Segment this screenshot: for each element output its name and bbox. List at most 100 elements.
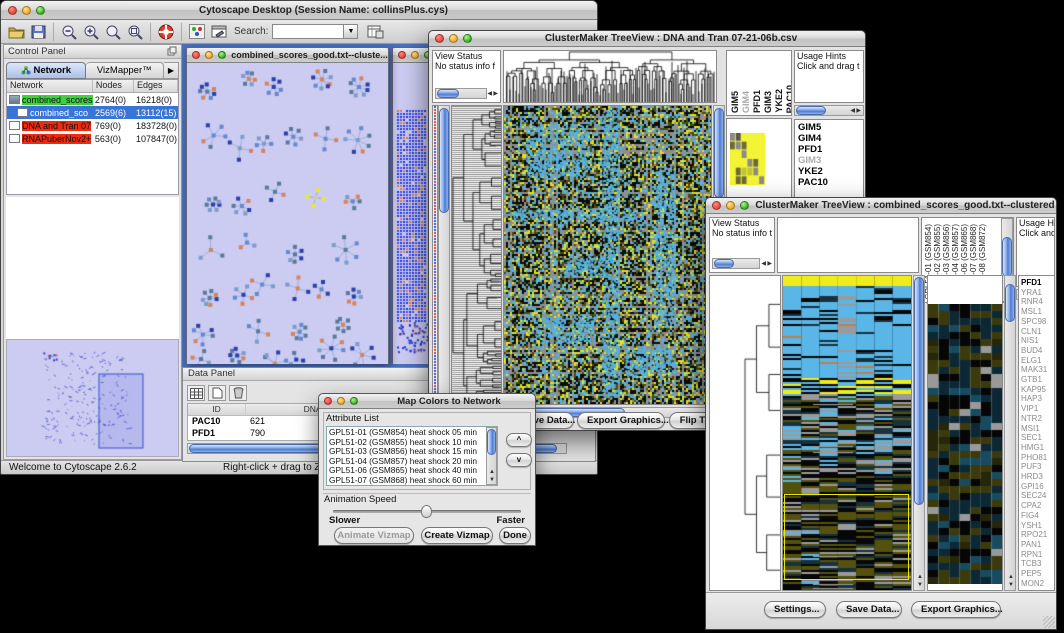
zoom-window-button[interactable] [218,51,226,59]
tv1-heatmap[interactable] [504,106,711,404]
resize-grip[interactable] [1043,616,1055,628]
treeview1-title: ClusterMaker TreeView : DNA and Tran 07-… [477,33,865,44]
tab-network[interactable]: Network [6,62,86,79]
close-button[interactable] [712,201,721,210]
search-dropdown-button[interactable]: ▼ [344,24,358,39]
zoom-window-button[interactable] [350,397,358,405]
zoom-window-button[interactable] [36,6,45,15]
vizmapper-icon[interactable] [186,22,208,42]
new-attribute-icon[interactable] [208,385,226,401]
network-table-row[interactable]: combined_scores2764(0)16218(0) [7,93,178,106]
attribute-list-label: Attribute List [326,413,379,424]
gene-label: ELG1 [1021,356,1047,366]
close-button[interactable] [8,6,17,15]
tv1-column-dendrogram[interactable] [504,51,716,102]
gene-label: NTR2 [1021,414,1047,424]
tv1-button-export-graphics-[interactable]: Export Graphics... [577,412,665,429]
minimize-button[interactable] [22,6,31,15]
search-label: Search: [234,26,268,37]
tv1-usage-hscroll[interactable]: ◀▶ [794,105,864,116]
zoom-selected-icon[interactable] [102,22,124,42]
network-nodes-cell: 2764(0) [93,95,134,105]
tv1-row-label: PFD1 [798,144,828,155]
attribute-table-icon[interactable] [187,385,205,401]
data-panel-header[interactable]: ID [188,404,246,415]
attribute-list-item[interactable]: GPL51-03 (GSM856) heat shock 15 min [329,447,484,457]
tv1-row-label: YKE2 [798,166,828,177]
network-edges-cell: 13112(15) [134,108,178,118]
search-input[interactable] [272,24,344,39]
close-button[interactable] [324,397,332,405]
gene-label: PEP5 [1021,569,1047,579]
minimize-button[interactable] [205,51,213,59]
delete-attribute-icon[interactable] [229,385,247,401]
attribute-list-item[interactable]: GPL51-07 (GSM868) heat shock 60 min [329,476,484,486]
network-table-header[interactable]: Nodes [93,80,134,92]
tv2-button-settings-[interactable]: Settings... [764,601,826,618]
minimize-button[interactable] [337,397,345,405]
gene-label: MON2 [1021,579,1047,589]
tv1-row-dendrogram[interactable] [452,106,501,404]
attribute-list-item[interactable]: GPL51-06 (GSM865) heat shock 40 min [329,466,484,476]
create-vizmap-button[interactable]: Create Vizmap [421,527,493,544]
zoom-fit-icon[interactable] [124,22,146,42]
zoom-in-icon[interactable] [80,22,102,42]
save-session-icon[interactable] [27,22,49,42]
attribute-list-item[interactable]: GPL51-02 (GSM855) heat shock 10 min [329,438,484,448]
zoom-out-icon[interactable] [58,22,80,42]
tv2-zoom-heatmap[interactable] [928,304,1002,584]
tv1-correlation-thumbnail[interactable] [730,133,765,185]
slider-thumb[interactable] [421,505,432,518]
move-attribute-up-button[interactable]: ^ [506,433,532,447]
tv2-button-export-graphics-[interactable]: Export Graphics... [911,601,1001,618]
tab-vizmapper[interactable]: VizMapper™ [86,62,165,79]
minimize-button[interactable] [449,34,458,43]
network-graph-canvas[interactable] [187,64,388,364]
network-nodes-cell: 563(0) [93,134,134,144]
export-table-icon[interactable] [364,22,386,42]
tv2-row-dendrogram[interactable] [710,276,780,590]
tv1-status-hscroll[interactable] [435,88,487,99]
tab-scroll-right[interactable]: ▶ [164,62,179,79]
network-window-title: combined_scores_good.txt--cluste... [231,50,388,60]
attribute-list-item[interactable]: GPL51-04 (GSM857) heat shock 20 min [329,457,484,467]
tv1-left-vscroll[interactable] [438,105,450,405]
tv2-button-save-data-[interactable]: Save Data... [836,601,902,618]
minimize-button[interactable] [726,201,735,210]
open-session-icon[interactable] [5,22,27,42]
network-overview[interactable] [6,339,179,457]
network-table-header[interactable]: Edges [134,80,178,92]
network-table-row[interactable]: RNAPuberNov2+563(0)107847(0) [7,132,178,145]
network-table-row[interactable]: combined_sco2569(6)13112(15) [7,106,178,119]
animate-vizmap-button[interactable]: Animate Vizmap [334,527,414,544]
zoom-window-button[interactable] [740,201,749,210]
network-table-header[interactable]: Network [7,80,93,92]
tv2-heatmap-vscroll[interactable]: ▲▼ [913,275,925,591]
tv1-column-label: PAC10 [785,85,792,113]
gene-label: PUF3 [1021,462,1047,472]
tv2-status-hscroll[interactable] [712,258,760,269]
network-table-row[interactable]: DNA and Tran 07769(0)183728(0) [7,119,178,132]
close-button[interactable] [398,51,406,59]
network-overview-canvas [7,340,178,456]
help-icon[interactable] [155,22,177,42]
tv2-zoom-vscroll[interactable]: ▲▼ [1004,275,1016,591]
done-button[interactable]: Done [499,527,531,544]
zoom-window-button[interactable] [463,34,472,43]
minimize-button[interactable] [411,51,419,59]
attribute-list-item[interactable]: GPL51-01 (GSM854) heat shock 05 min [329,428,484,438]
map-colors-dialog: Map Colors to Network Attribute List GPL… [318,393,536,546]
network-nodes-cell: 2569(6) [93,108,134,118]
float-panel-icon[interactable] [167,46,177,57]
animation-speed-label: Animation Speed [324,494,396,505]
move-attribute-down-button[interactable]: v [506,453,532,467]
close-button[interactable] [435,34,444,43]
attribute-list-vscroll[interactable]: ▲▼ [486,427,497,485]
annotation-icon[interactable] [208,22,230,42]
gene-label: SEC1 [1021,433,1047,443]
close-button[interactable] [192,51,200,59]
map-dialog-title: Map Colors to Network [363,396,535,407]
animation-speed-slider[interactable] [333,510,521,513]
gene-label: PFD1 [1021,278,1047,288]
document-icon [17,108,28,117]
